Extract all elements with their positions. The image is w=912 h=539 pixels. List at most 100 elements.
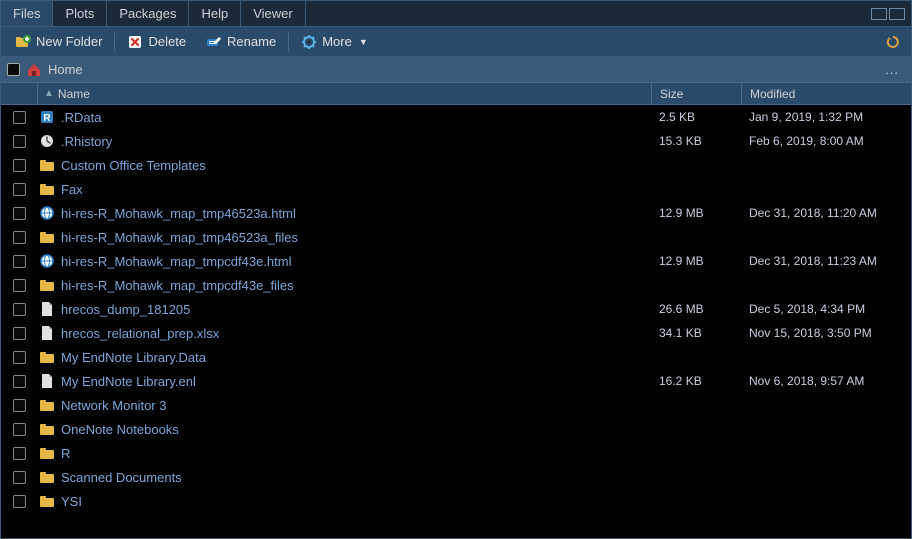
table-row: R	[1, 441, 911, 465]
table-row: My EndNote Library.enl16.2 KBNov 6, 2018…	[1, 369, 911, 393]
header-name[interactable]: ▲ Name	[37, 83, 651, 104]
file-table-body: R.RData2.5 KBJan 9, 2019, 1:32 PM .Rhisto…	[1, 105, 911, 538]
refresh-icon	[885, 34, 901, 50]
file-name[interactable]: Custom Office Templates	[57, 158, 651, 173]
row-checkbox[interactable]	[13, 447, 26, 460]
panel-tabs: FilesPlotsPackagesHelpViewer	[1, 1, 911, 27]
row-checkbox[interactable]	[13, 159, 26, 172]
maximize-button[interactable]	[889, 8, 905, 20]
table-row: hrecos_dump_18120526.6 MBDec 5, 2018, 4:…	[1, 297, 911, 321]
file-icon	[37, 373, 57, 389]
new-folder-label: New Folder	[36, 34, 102, 49]
row-checkbox[interactable]	[13, 111, 26, 124]
file-name[interactable]: YSI	[57, 494, 651, 509]
file-modified: Dec 31, 2018, 11:20 AM	[741, 206, 911, 220]
more-label: More	[322, 34, 352, 49]
file-name[interactable]: R	[57, 446, 651, 461]
html-file-icon	[37, 253, 57, 269]
row-checkbox[interactable]	[13, 351, 26, 364]
rename-label: Rename	[227, 34, 276, 49]
file-name[interactable]: Network Monitor 3	[57, 398, 651, 413]
row-checkbox[interactable]	[13, 303, 26, 316]
row-checkbox[interactable]	[13, 279, 26, 292]
file-size: 26.6 MB	[651, 302, 741, 316]
row-checkbox[interactable]	[13, 399, 26, 412]
folder-icon	[37, 277, 57, 293]
minimize-button[interactable]	[871, 8, 887, 20]
folder-icon	[37, 397, 57, 413]
separator	[114, 33, 115, 51]
folder-icon	[37, 229, 57, 245]
file-name[interactable]: Fax	[57, 182, 651, 197]
file-name[interactable]: .Rhistory	[57, 134, 651, 149]
tab-plots[interactable]: Plots	[53, 1, 107, 26]
folder-icon	[37, 181, 57, 197]
row-checkbox[interactable]	[13, 255, 26, 268]
header-modified[interactable]: Modified	[741, 83, 911, 104]
header-name-label: Name	[58, 87, 90, 101]
file-name[interactable]: OneNote Notebooks	[57, 422, 651, 437]
file-name[interactable]: hi-res-R_Mohawk_map_tmpcdf43e_files	[57, 278, 651, 293]
table-row: hrecos_relational_prep.xlsx34.1 KBNov 15…	[1, 321, 911, 345]
table-row: My EndNote Library.Data	[1, 345, 911, 369]
tab-help[interactable]: Help	[189, 1, 241, 26]
separator	[288, 33, 289, 51]
rdata-file-icon: R	[37, 109, 57, 125]
row-checkbox[interactable]	[13, 231, 26, 244]
row-checkbox[interactable]	[13, 327, 26, 340]
folder-icon	[37, 421, 57, 437]
select-all-checkbox[interactable]	[7, 63, 20, 76]
tab-files[interactable]: Files	[1, 1, 53, 26]
file-name[interactable]: hi-res-R_Mohawk_map_tmp46523a_files	[57, 230, 651, 245]
table-row: Network Monitor 3	[1, 393, 911, 417]
file-name[interactable]: hrecos_dump_181205	[57, 302, 651, 317]
new-folder-button[interactable]: New Folder	[7, 31, 110, 53]
file-name[interactable]: hi-res-R_Mohawk_map_tmpcdf43e.html	[57, 254, 651, 269]
table-row: hi-res-R_Mohawk_map_tmp46523a.html12.9 M…	[1, 201, 911, 225]
tab-packages[interactable]: Packages	[107, 1, 189, 26]
row-checkbox[interactable]	[13, 135, 26, 148]
table-header: ▲ Name Size Modified	[1, 83, 911, 105]
header-size[interactable]: Size	[651, 83, 741, 104]
row-checkbox[interactable]	[13, 423, 26, 436]
table-row: R.RData2.5 KBJan 9, 2019, 1:32 PM	[1, 105, 911, 129]
more-button[interactable]: More ▼	[293, 31, 376, 53]
breadcrumb-home[interactable]: Home	[48, 62, 83, 77]
home-icon[interactable]	[26, 62, 42, 78]
file-name[interactable]: hrecos_relational_prep.xlsx	[57, 326, 651, 341]
tab-viewer[interactable]: Viewer	[241, 1, 306, 26]
row-checkbox[interactable]	[13, 375, 26, 388]
rename-button[interactable]: Rename	[198, 31, 284, 53]
file-size: 16.2 KB	[651, 374, 741, 388]
delete-label: Delete	[148, 34, 186, 49]
file-modified: Feb 6, 2019, 8:00 AM	[741, 134, 911, 148]
rhistory-file-icon	[37, 133, 57, 149]
refresh-button[interactable]	[881, 31, 905, 53]
breadcrumb-more-button[interactable]: ...	[879, 62, 905, 77]
delete-button[interactable]: Delete	[119, 31, 194, 53]
file-name[interactable]: hi-res-R_Mohawk_map_tmp46523a.html	[57, 206, 651, 221]
folder-icon	[37, 157, 57, 173]
folder-icon	[37, 469, 57, 485]
file-modified: Jan 9, 2019, 1:32 PM	[741, 110, 911, 124]
window-controls	[871, 1, 911, 26]
file-icon	[37, 301, 57, 317]
folder-icon	[37, 445, 57, 461]
row-checkbox[interactable]	[13, 183, 26, 196]
file-name[interactable]: .RData	[57, 110, 651, 125]
row-checkbox[interactable]	[13, 471, 26, 484]
file-modified: Nov 15, 2018, 3:50 PM	[741, 326, 911, 340]
row-checkbox[interactable]	[13, 495, 26, 508]
file-modified: Dec 5, 2018, 4:34 PM	[741, 302, 911, 316]
file-name[interactable]: My EndNote Library.Data	[57, 350, 651, 365]
row-checkbox[interactable]	[13, 207, 26, 220]
table-row: Fax	[1, 177, 911, 201]
file-icon	[37, 325, 57, 341]
table-row: Scanned Documents	[1, 465, 911, 489]
html-file-icon	[37, 205, 57, 221]
file-name[interactable]: My EndNote Library.enl	[57, 374, 651, 389]
file-modified: Nov 6, 2018, 9:57 AM	[741, 374, 911, 388]
breadcrumb: Home ...	[1, 57, 911, 83]
file-name[interactable]: Scanned Documents	[57, 470, 651, 485]
file-size: 34.1 KB	[651, 326, 741, 340]
